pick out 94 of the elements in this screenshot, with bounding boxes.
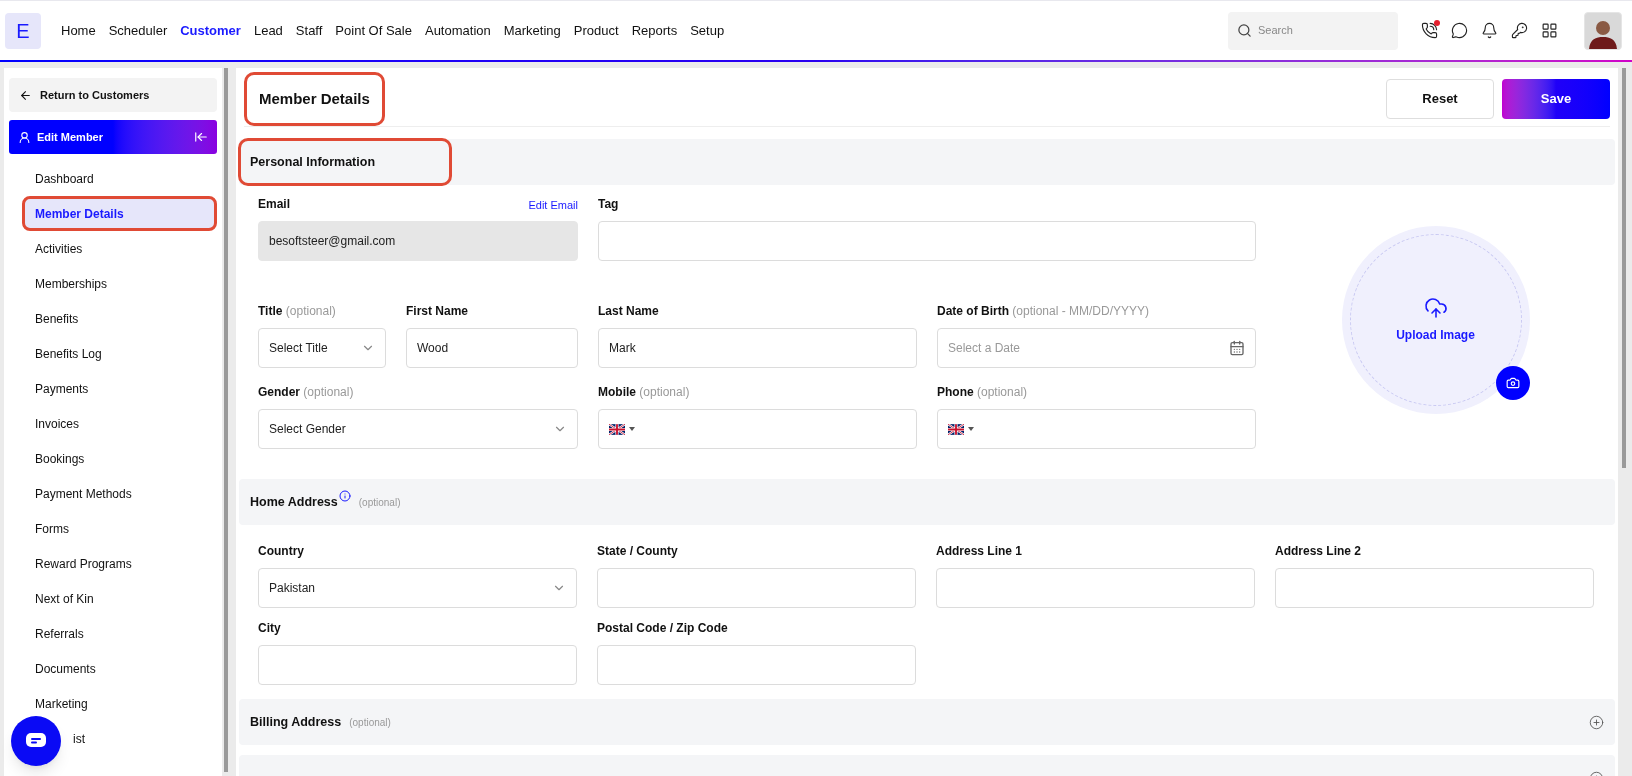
field-label: Title (optional)	[258, 303, 336, 320]
reset-button[interactable]: Reset	[1386, 79, 1494, 119]
section-header[interactable]: Home Address (optional)	[239, 479, 1615, 525]
save-button[interactable]: Save	[1502, 79, 1610, 119]
search-icon	[1237, 23, 1252, 38]
grid-icon[interactable]	[1540, 21, 1558, 40]
field-label: State / County	[597, 543, 678, 560]
page-title: Member Details	[259, 88, 370, 109]
calendar-icon	[1229, 340, 1245, 356]
text-field[interactable]	[936, 568, 1255, 608]
field-label: Date of Birth (optional - MM/DD/YYYY)	[937, 303, 1150, 320]
field-label: Gender (optional)	[258, 384, 354, 401]
sidebar-item[interactable]: Referrals	[22, 616, 217, 651]
field-label: Phone (optional)	[937, 384, 1028, 401]
nav-link[interactable]: Point Of Sale	[335, 20, 412, 41]
nav-link[interactable]: Customer	[180, 20, 241, 41]
phone-field[interactable]	[937, 409, 1256, 449]
field-label: Mobile (optional)	[598, 384, 690, 401]
sidebar-item[interactable]: Invoices	[22, 406, 217, 441]
cloud-upload-icon	[1423, 296, 1448, 320]
logo[interactable]: E	[5, 12, 41, 49]
nav-link[interactable]: Staff	[295, 20, 323, 41]
user-avatar[interactable]	[1584, 11, 1622, 50]
nav-link[interactable]: Automation	[424, 20, 491, 41]
sidebar-item[interactable]: Member Details	[22, 196, 217, 231]
text-field[interactable]	[258, 645, 577, 685]
nav-link[interactable]: Scheduler	[108, 20, 168, 41]
sidebar-item[interactable]: Activities	[22, 231, 217, 266]
section-title: Billing Address	[250, 713, 342, 731]
back-arrow-icon	[19, 88, 32, 102]
optional-note: (optional)	[349, 715, 391, 730]
field-label: Postal Code / Zip Code	[597, 620, 728, 637]
upload-label: Upload Image	[1396, 327, 1475, 344]
section-title: Edit Member	[37, 129, 104, 145]
camera-button[interactable]	[1495, 366, 1530, 400]
back-button[interactable]: Return to Customers	[9, 78, 217, 112]
caret-icon	[629, 427, 635, 431]
expand-icon	[1589, 714, 1604, 730]
caret-icon	[968, 427, 974, 431]
text-field[interactable]	[597, 568, 916, 608]
camera-icon	[1505, 376, 1520, 390]
text-field[interactable]	[597, 645, 916, 685]
field-label: Country	[258, 543, 304, 560]
nav-link[interactable]: Reports	[631, 20, 678, 41]
sidebar-item[interactable]: Reward Programs	[22, 546, 217, 581]
select-field[interactable]: Select Title	[258, 328, 386, 368]
select-field[interactable]: Pakistan	[258, 568, 577, 608]
section-title: Personal Information	[250, 153, 376, 171]
text-field[interactable]: Wood	[406, 328, 578, 368]
upload-area[interactable]: Upload Image	[1341, 226, 1530, 414]
info-icon	[338, 490, 351, 502]
message-icon	[26, 733, 46, 749]
collapse-icon[interactable]	[194, 130, 208, 144]
text-field[interactable]	[1275, 568, 1594, 608]
section-title: Home Address	[250, 493, 338, 511]
field-label: First Name	[406, 303, 469, 320]
sidebar-item[interactable]: Marketing	[22, 686, 217, 721]
optional-note: (optional)	[358, 495, 401, 510]
field-label: City	[258, 620, 281, 637]
sidebar-item[interactable]: Benefits	[22, 301, 217, 336]
bell-icon[interactable]	[1480, 21, 1498, 40]
select-field[interactable]: Select Gender	[258, 409, 578, 449]
text-field[interactable]: Mark	[598, 328, 917, 368]
sidebar-item[interactable]: Memberships	[22, 266, 217, 301]
phone-icon[interactable]	[1420, 21, 1438, 40]
chat-bubble-icon[interactable]	[1450, 21, 1468, 40]
field-label: Tag	[598, 196, 619, 213]
field-label: Last Name	[598, 303, 659, 320]
sidebar-item[interactable]: Payment Methods	[22, 476, 217, 511]
section-header[interactable]: Billing Address (optional)	[239, 699, 1615, 745]
field-label: Address Line 1	[936, 543, 1023, 560]
flag-icon	[948, 423, 964, 435]
field-label: Email	[258, 196, 290, 213]
sidebar-item[interactable]: Benefits Log	[22, 336, 217, 371]
sidebar-item[interactable]: ist	[68, 721, 92, 756]
key-icon[interactable]	[1510, 21, 1528, 40]
sidebar-item[interactable]: Next of Kin	[22, 581, 217, 616]
phone-field[interactable]	[598, 409, 917, 449]
nav-link[interactable]: Product	[573, 20, 619, 41]
text-field[interactable]	[598, 221, 1256, 261]
nav-link[interactable]: Lead	[253, 20, 283, 41]
sidebar-item[interactable]: Documents	[22, 651, 217, 686]
field-label: Address Line 2	[1275, 543, 1362, 560]
flag-icon	[609, 423, 625, 435]
user-icon	[18, 130, 31, 144]
edit-email-link[interactable]: Edit Email	[528, 196, 578, 213]
sidebar-item[interactable]: Forms	[22, 511, 217, 546]
sidebar-item[interactable]: Bookings	[22, 441, 217, 476]
nav-link[interactable]: Setup	[690, 20, 725, 41]
sidebar-item[interactable]: Dashboard	[22, 161, 217, 196]
sidebar-item[interactable]: Payments	[22, 371, 217, 406]
email-field[interactable]: besoftsteer@gmail.com	[258, 221, 578, 261]
nav-link[interactable]: Home	[61, 20, 96, 41]
nav-link[interactable]: Marketing	[503, 20, 561, 41]
